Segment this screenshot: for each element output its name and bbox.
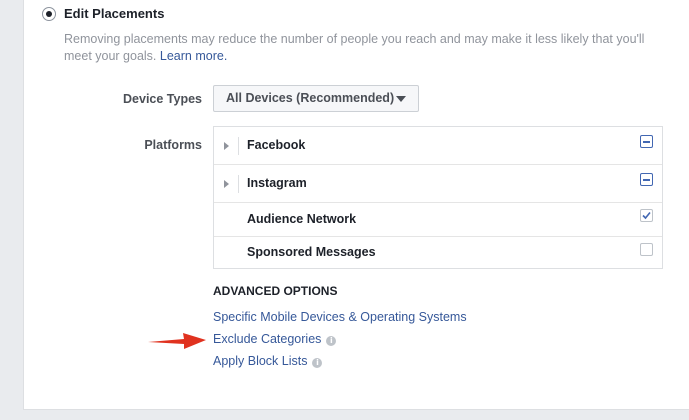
sponsored-messages-checkbox[interactable] (640, 243, 653, 256)
device-types-dropdown[interactable]: All Devices (Recommended) (213, 85, 419, 112)
info-icon[interactable]: i (312, 358, 323, 368)
exclude-categories-label: Exclude Categories (213, 332, 322, 346)
platform-row-instagram[interactable]: Instagram (214, 165, 662, 203)
description-text: Removing placements may reduce the numbe… (64, 32, 645, 63)
edit-placements-label[interactable]: Edit Placements (64, 6, 164, 21)
platforms-label: Platforms (144, 138, 202, 152)
annotation-arrow-icon (148, 333, 206, 349)
caret-down-icon (396, 96, 406, 102)
expand-arrow-icon[interactable] (224, 180, 229, 188)
platform-row-facebook[interactable]: Facebook (214, 127, 662, 165)
device-types-label: Device Types (123, 92, 202, 106)
facebook-checkbox[interactable] (640, 135, 653, 148)
platform-row-audience-network[interactable]: Audience Network (214, 203, 662, 237)
edit-placements-radio[interactable] (42, 7, 56, 21)
device-types-selected: All Devices (Recommended) (226, 91, 395, 105)
indeterminate-dash-icon (643, 141, 650, 143)
instagram-checkbox[interactable] (640, 173, 653, 186)
info-icon[interactable]: i (326, 336, 337, 346)
exclude-categories-link[interactable]: Exclude Categories i (213, 332, 337, 346)
platform-label-instagram: Instagram (247, 176, 307, 190)
platform-row-sponsored-messages[interactable]: Sponsored Messages (214, 237, 662, 268)
placements-description: Removing placements may reduce the numbe… (64, 31, 654, 65)
expand-arrow-icon[interactable] (224, 142, 229, 150)
row-divider (238, 175, 239, 193)
specific-devices-link[interactable]: Specific Mobile Devices & Operating Syst… (213, 310, 467, 324)
platforms-list: Facebook Instagram Audience Network Spon… (213, 126, 663, 269)
apply-block-lists-label: Apply Block Lists (213, 354, 308, 368)
advanced-options-heading: ADVANCED OPTIONS (213, 284, 338, 298)
platform-label-sponsored-messages: Sponsored Messages (247, 245, 376, 259)
radio-selected-dot (46, 11, 52, 17)
checkmark-icon (642, 211, 651, 220)
platform-label-audience-network: Audience Network (247, 212, 357, 226)
learn-more-link[interactable]: Learn more. (160, 49, 227, 63)
indeterminate-dash-icon (643, 179, 650, 181)
apply-block-lists-link[interactable]: Apply Block Lists i (213, 354, 323, 368)
specific-devices-label: Specific Mobile Devices & Operating Syst… (213, 310, 467, 324)
platform-label-facebook: Facebook (247, 138, 306, 152)
row-divider (238, 137, 239, 155)
audience-network-checkbox[interactable] (640, 209, 653, 222)
